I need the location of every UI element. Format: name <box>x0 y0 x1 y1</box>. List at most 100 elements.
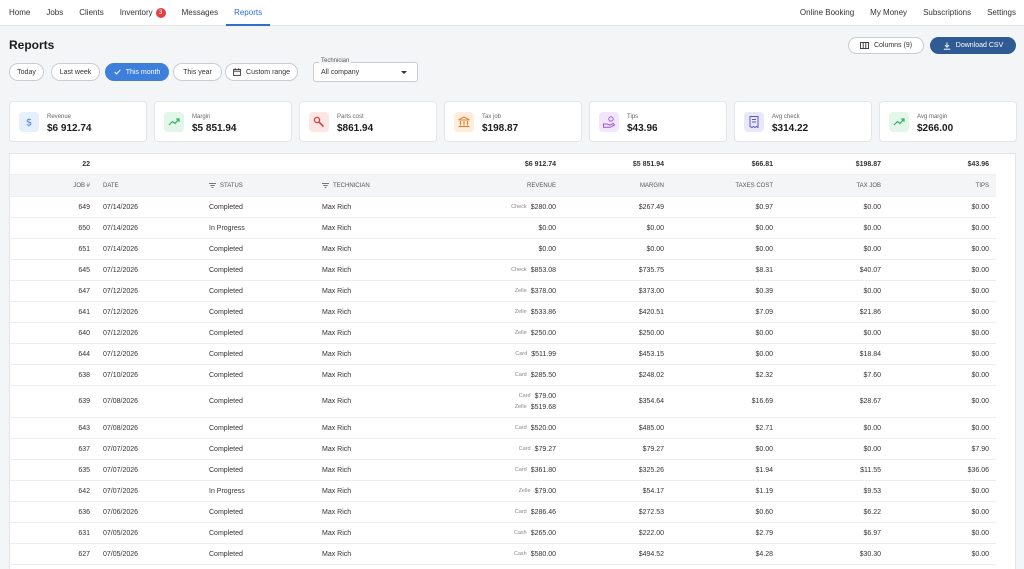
col-header-technician[interactable]: Technician <box>322 175 442 196</box>
job-tax-job: $0.00 <box>863 445 881 453</box>
table-row[interactable]: 627 07/05/2026 Completed Max Rich Cash $580.0… <box>10 544 996 565</box>
job-number[interactable]: 635 <box>10 460 90 480</box>
job-number[interactable]: 639 <box>10 386 90 417</box>
nav-item-jobs[interactable]: Jobs <box>38 0 71 25</box>
job-number[interactable]: 642 <box>10 481 90 501</box>
table-row[interactable]: 645 07/12/2026 Completed Max Rich Check $853.… <box>10 260 996 281</box>
payment-method: Check <box>511 203 527 210</box>
revenue-payment: Check $853.08 <box>511 265 556 276</box>
nav-item-clients[interactable]: Clients <box>71 0 111 25</box>
table-row[interactable]: 642 07/07/2026 In Progress Max Rich Zelle $79… <box>10 481 996 502</box>
filter-chip-custom-range[interactable]: Custom range <box>225 63 298 81</box>
job-tips: $0.00 <box>971 529 989 537</box>
technician-select-value: All company <box>321 69 360 76</box>
col-header-status[interactable]: Status <box>209 175 309 196</box>
table-row[interactable]: 647 07/12/2026 Completed Max Rich Zelle $378.… <box>10 281 996 302</box>
job-tax-job: $21.86 <box>859 308 881 316</box>
table-row[interactable]: 637 07/07/2026 Completed Max Rich Card $79.27… <box>10 439 996 460</box>
filter-icon[interactable] <box>322 183 329 188</box>
table-row[interactable]: 641 07/12/2026 Completed Max Rich Zelle $533.… <box>10 302 996 323</box>
nav-item-reports[interactable]: Reports <box>226 0 271 26</box>
col-header-tips[interactable]: Tips <box>894 175 989 196</box>
revenue-payment: Cash $265.00 <box>514 528 556 539</box>
job-tax-job: $0.00 <box>863 245 881 253</box>
job-number[interactable]: 647 <box>10 281 90 301</box>
job-number[interactable]: 651 <box>10 239 90 259</box>
payment-method: Check <box>511 266 527 273</box>
job-margin: $250.00 <box>638 329 664 337</box>
job-number[interactable]: 637 <box>10 439 90 459</box>
job-number[interactable]: 644 <box>10 344 90 364</box>
job-number[interactable]: 631 <box>10 523 90 543</box>
job-date: 07/12/2026 <box>103 329 139 337</box>
technician-select[interactable]: Technician All company <box>313 58 418 82</box>
nav-item-subscriptions[interactable]: Subscriptions <box>915 0 979 25</box>
revenue-payment: Card $79.00 <box>519 391 556 402</box>
job-number[interactable]: 643 <box>10 418 90 438</box>
table-row[interactable]: 640 07/12/2026 Completed Max Rich Zelle $250.… <box>10 323 996 344</box>
col-header-tax-job[interactable]: Tax job <box>785 175 881 196</box>
job-taxes-cost: $0.60 <box>755 508 773 516</box>
job-number[interactable]: 645 <box>10 260 90 280</box>
col-header-taxes-cost[interactable]: Taxes cost <box>676 175 773 196</box>
nav-item-messages[interactable]: Messages <box>174 0 226 25</box>
revenue-payment: Zelle $250.00 <box>515 328 556 339</box>
job-status: In Progress <box>209 487 245 495</box>
job-tips: $0.00 <box>971 350 989 358</box>
nav-item-online-booking[interactable]: Online Booking <box>792 0 862 25</box>
job-status: Completed <box>209 466 243 474</box>
table-row[interactable]: 643 07/08/2026 Completed Max Rich Card $520.0… <box>10 418 996 439</box>
col-header-job[interactable]: Job # <box>10 175 90 196</box>
table-row[interactable]: 639 07/08/2026 Completed Max Rich Card $79.00… <box>10 386 996 418</box>
revenue-payment: Zelle $79.00 <box>519 486 556 497</box>
job-number[interactable]: 640 <box>10 323 90 343</box>
col-header-revenue[interactable]: Revenue <box>450 175 556 196</box>
job-number[interactable]: 627 <box>10 544 90 564</box>
job-number[interactable]: 641 <box>10 302 90 322</box>
filter-icon[interactable] <box>209 183 216 188</box>
job-status: Completed <box>209 308 243 316</box>
nav-item-home[interactable]: Home <box>0 0 38 25</box>
job-margin: $494.52 <box>638 550 664 558</box>
job-number[interactable]: 638 <box>10 365 90 385</box>
job-tax-job: $40.07 <box>859 266 881 274</box>
filter-chip-this-month[interactable]: This month <box>105 63 169 81</box>
check-icon <box>113 69 121 75</box>
revenue-payment: Check $280.00 <box>511 202 556 213</box>
revenue-payment: Card $286.46 <box>515 507 556 518</box>
dollar-icon: $ <box>26 118 32 129</box>
job-number[interactable]: 650 <box>10 218 90 238</box>
table-row[interactable]: 644 07/12/2026 Completed Max Rich Card $511.9… <box>10 344 996 365</box>
columns-button[interactable]: Columns (9) <box>848 37 924 54</box>
download-csv-button[interactable]: Download CSV <box>930 37 1016 54</box>
table-row[interactable]: 635 07/07/2026 Completed Max Rich Card $361.8… <box>10 460 996 481</box>
job-margin: $485.00 <box>638 424 664 432</box>
job-number[interactable]: 649 <box>10 197 90 217</box>
nav-item-my-money[interactable]: My Money <box>862 0 915 25</box>
job-taxes-cost: $4.28 <box>755 550 773 558</box>
nav-item-inventory[interactable]: Inventory 3 <box>112 0 174 25</box>
table-row[interactable]: 650 07/14/2026 In Progress Max Rich $0.00 $0.… <box>10 218 996 239</box>
filter-chip-last-week[interactable]: Last week <box>51 63 100 81</box>
dollar-icon-box: $ <box>19 112 39 132</box>
table-row[interactable]: 651 07/14/2026 Completed Max Rich $0.00 $0.00… <box>10 239 996 260</box>
job-number[interactable]: 636 <box>10 502 90 522</box>
table-row[interactable]: 649 07/14/2026 Completed Max Rich Check $280.… <box>10 197 996 218</box>
col-header-margin[interactable]: Margin <box>570 175 664 196</box>
table-row[interactable]: 636 07/06/2026 Completed Max Rich Card $286.4… <box>10 502 996 523</box>
job-margin: $272.53 <box>638 508 664 516</box>
filter-chip-this-year[interactable]: This year <box>173 63 222 81</box>
table-row[interactable]: 631 07/05/2026 Completed Max Rich Cash $265.0… <box>10 523 996 544</box>
trend-up-icon <box>168 118 180 126</box>
job-tips: $0.00 <box>971 371 989 379</box>
filter-chip-today[interactable]: Today <box>9 63 44 81</box>
payment-method: Card <box>514 424 527 431</box>
summary-card-label: Parts cost <box>337 114 364 120</box>
job-tips: $0.00 <box>971 329 989 337</box>
table-row[interactable]: 638 07/10/2026 Completed Max Rich Card $285.5… <box>10 365 996 386</box>
nav-item-settings[interactable]: Settings <box>979 0 1024 25</box>
job-technician: Max Rich <box>322 487 352 495</box>
col-header-date[interactable]: Date <box>103 175 193 196</box>
job-tips: $0.00 <box>971 424 989 432</box>
job-technician: Max Rich <box>322 445 352 453</box>
